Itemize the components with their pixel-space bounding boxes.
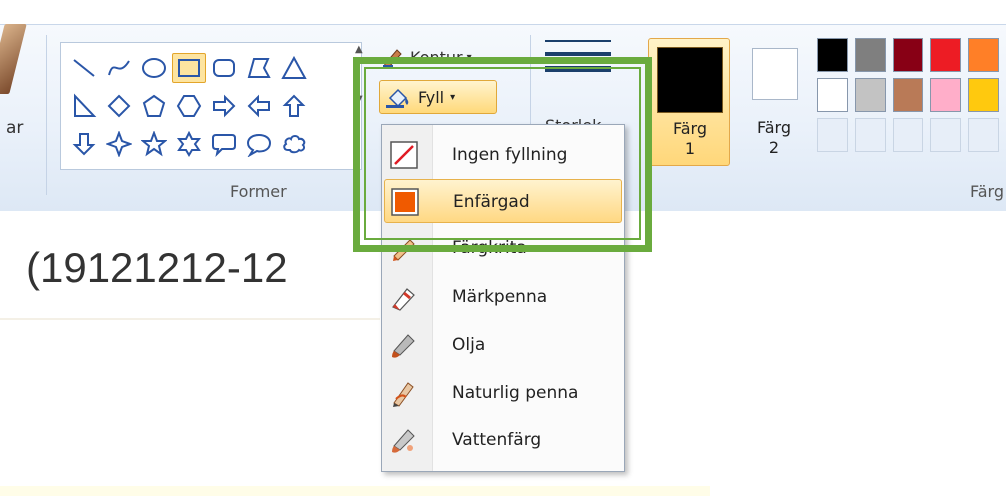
natural-pencil-icon — [393, 382, 414, 407]
five-point-star-shape-icon[interactable] — [137, 129, 171, 159]
menu-item-label: Olja — [452, 335, 486, 355]
menu-item-marker[interactable]: Märkpenna — [384, 275, 622, 319]
palette-empty-slot[interactable] — [930, 118, 962, 152]
shapes-row — [67, 49, 353, 87]
palette-color-gray[interactable] — [854, 38, 886, 72]
scroll-up-icon[interactable]: ▲ — [355, 44, 363, 55]
menu-item-natural-pencil[interactable]: Naturlig penna — [384, 371, 622, 415]
polygon-shape-icon[interactable] — [242, 53, 276, 83]
oil-brush-icon — [392, 334, 415, 358]
colors-group-label: Färg — [970, 182, 1004, 201]
menu-item-label: Naturlig penna — [452, 383, 579, 403]
up-arrow-shape-icon[interactable] — [277, 91, 311, 121]
palette-empty-slot[interactable] — [968, 118, 999, 152]
left-arrow-shape-icon[interactable] — [242, 91, 276, 121]
rounded-rectangle-shape-icon[interactable] — [207, 53, 241, 83]
shapes-gallery — [60, 42, 362, 170]
four-point-star-shape-icon[interactable] — [102, 129, 136, 159]
color2-label: Färg 2 — [748, 118, 800, 158]
color2-button[interactable] — [752, 48, 798, 100]
canvas-text: (19121212-12 — [26, 244, 288, 291]
brush-tool-label: ar — [6, 118, 24, 138]
rectangle-shape-icon[interactable] — [172, 53, 206, 83]
ribbon-separator — [46, 35, 47, 195]
palette-empty-slot[interactable] — [892, 118, 924, 152]
rounded-callout-shape-icon[interactable] — [207, 129, 241, 159]
six-point-star-shape-icon[interactable] — [172, 129, 206, 159]
right-triangle-shape-icon[interactable] — [67, 91, 101, 121]
color2-label-line2: 2 — [768, 138, 780, 157]
color1-label-line1: Färg — [673, 119, 707, 138]
line-shape-icon[interactable] — [67, 53, 101, 83]
palette-color-dark-red[interactable] — [892, 38, 924, 72]
hexagon-shape-icon[interactable] — [172, 91, 206, 121]
oval-shape-icon[interactable] — [137, 53, 171, 83]
highlight-frame-inner — [364, 67, 641, 240]
diamond-shape-icon[interactable] — [102, 91, 136, 121]
oval-callout-shape-icon[interactable] — [242, 129, 276, 159]
color2-label-line1: Färg — [757, 118, 791, 137]
triangle-shape-icon[interactable] — [277, 53, 311, 83]
right-arrow-shape-icon[interactable] — [207, 91, 241, 121]
menu-item-watercolor[interactable]: Vattenfärg — [384, 418, 622, 462]
shapes-row — [67, 87, 353, 125]
palette-color-black[interactable] — [817, 38, 848, 72]
palette-empty-slot[interactable] — [854, 118, 886, 152]
shapes-row — [67, 125, 353, 163]
title-area — [0, 0, 1006, 24]
palette-row — [817, 38, 1006, 72]
palette-color-pink[interactable] — [930, 78, 962, 112]
canvas-divider — [0, 318, 380, 320]
down-arrow-shape-icon[interactable] — [67, 129, 101, 159]
palette-empty-slot[interactable] — [817, 118, 848, 152]
marker-icon — [392, 288, 415, 311]
palette-row — [817, 78, 1006, 112]
color1-button[interactable]: Färg 1 — [648, 38, 730, 166]
palette-color-orange[interactable] — [968, 38, 999, 72]
shapes-grid — [67, 49, 353, 163]
color1-swatch — [657, 47, 723, 113]
palette-color-gold[interactable] — [968, 78, 999, 112]
pentagon-shape-icon[interactable] — [137, 91, 171, 121]
shapes-group-label: Former — [230, 182, 287, 201]
curve-shape-icon[interactable] — [102, 53, 136, 83]
canvas-bottom-strip — [0, 486, 710, 496]
color1-label-line2: 1 — [684, 139, 696, 158]
palette-color-brown[interactable] — [892, 78, 924, 112]
palette-color-white[interactable] — [817, 78, 848, 112]
size-line-thin — [545, 40, 611, 42]
color1-label: Färg 1 — [649, 119, 731, 159]
color-palette — [817, 38, 1006, 158]
watercolor-icon — [392, 429, 415, 453]
menu-item-oil[interactable]: Olja — [384, 323, 622, 367]
menu-item-label: Vattenfärg — [452, 430, 542, 450]
palette-row — [817, 118, 1006, 152]
cloud-callout-shape-icon[interactable] — [277, 129, 311, 159]
palette-color-light-gray[interactable] — [854, 78, 886, 112]
palette-color-red[interactable] — [930, 38, 962, 72]
size-line-medium — [545, 52, 611, 56]
menu-item-label: Märkpenna — [452, 287, 548, 307]
